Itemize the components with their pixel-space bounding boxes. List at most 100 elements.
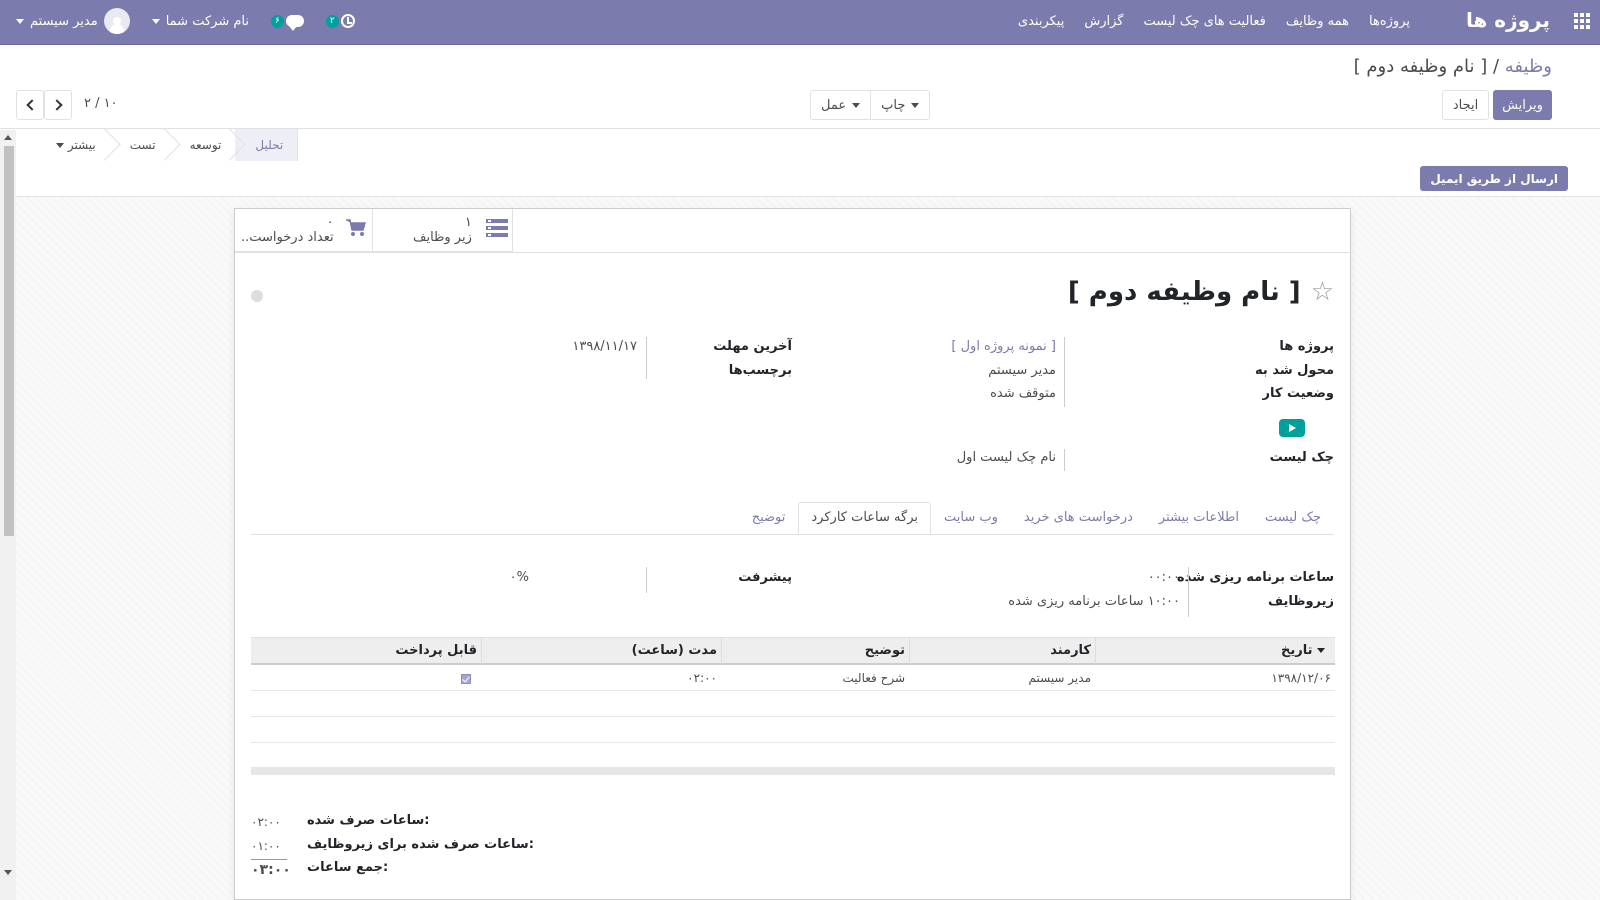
- tab-extra-info[interactable]: اطلاعات بیشتر: [1146, 502, 1252, 534]
- menu-item-projects[interactable]: پروژه‌ها: [1369, 14, 1410, 29]
- project-value[interactable]: [ نمونه پروژه اول ]: [951, 339, 1056, 354]
- cell-duration: ۰۲:۰۰: [687, 671, 717, 685]
- assigned-value[interactable]: مدیر سیستم: [988, 363, 1056, 378]
- edit-button[interactable]: ویرایش: [1493, 90, 1552, 120]
- field-divider: [646, 567, 647, 593]
- hours-spent-value: ۰۲:۰۰: [251, 815, 281, 829]
- star-icon[interactable]: ☆: [1311, 279, 1334, 305]
- company-switcher[interactable]: نام شرکت شما: [151, 14, 249, 29]
- menu-item-checklist-activities[interactable]: فعالیت های چک لیست: [1143, 14, 1265, 29]
- message-count-badge: ۶: [270, 14, 284, 28]
- subtasks-label: زیر وظایف: [413, 230, 472, 245]
- col-description[interactable]: توضیح: [721, 638, 909, 664]
- pager-previous-button[interactable]: [44, 90, 72, 120]
- table-footer: [251, 767, 1335, 775]
- stage-more-dropdown[interactable]: بیشتر: [32, 129, 110, 161]
- video-play-icon[interactable]: [1279, 419, 1305, 437]
- pager-next-button[interactable]: [16, 90, 44, 120]
- tab-purchase-requests[interactable]: درخواست های خرید: [1011, 502, 1146, 534]
- cell-billable: [251, 665, 481, 691]
- apps-grid-icon[interactable]: [1574, 13, 1590, 29]
- subtasks-count: ۱: [464, 215, 472, 230]
- button-box-divider: [235, 252, 1350, 253]
- send-by-email-button[interactable]: ارسال از طریق ایمیل: [1420, 166, 1568, 191]
- menu-item-all-tasks[interactable]: همه وظایف: [1286, 14, 1349, 29]
- list-icon: [485, 219, 508, 241]
- app-brand[interactable]: پروژه ها: [1466, 8, 1550, 32]
- chevron-left-icon: [25, 99, 38, 111]
- col-date-label: تاریخ: [1280, 643, 1313, 658]
- col-duration[interactable]: مدت (ساعت): [481, 638, 721, 664]
- create-button[interactable]: ایجاد: [1442, 90, 1489, 120]
- total-hours-value: ۰۳:۰۰: [251, 862, 291, 878]
- tab-checklist[interactable]: چک لیست: [1252, 502, 1334, 534]
- col-billable[interactable]: قابل پرداخت: [251, 638, 481, 664]
- total-divider: [251, 859, 287, 860]
- cell-date: ۱۳۹۸/۱۲/۰۶: [1271, 671, 1331, 685]
- messaging-menu[interactable]: ۶: [270, 14, 304, 31]
- top-navbar: پروژه ها پروژه‌ها همه وظایف فعالیت های چ…: [0, 0, 1600, 45]
- field-divider: [1064, 449, 1065, 471]
- chevron-down-icon: [151, 18, 160, 24]
- field-divider: [1188, 567, 1189, 617]
- task-title: [ نام وظیفه دوم ]: [1067, 277, 1301, 307]
- scroll-down-arrow-icon[interactable]: [4, 870, 12, 875]
- assigned-label: محول شد به: [1255, 363, 1334, 378]
- pager-value[interactable]: ۲ / ۱۰: [84, 96, 118, 111]
- chevron-down-icon: [852, 102, 861, 108]
- chevron-right-icon: [50, 99, 63, 111]
- menu-item-reporting[interactable]: گزارش: [1084, 14, 1123, 29]
- table-row[interactable]: ۱۳۹۸/۱۲/۰۶ مدیر سیستم شرح فعالیت ۰۲:۰۰: [251, 665, 1335, 691]
- chevron-down-icon: [911, 102, 920, 108]
- field-divider: [646, 337, 647, 379]
- table-header: تاریخ کارمند توضیح مدت (ساعت) قابل پرداخ…: [251, 637, 1335, 665]
- breadcrumb-parent[interactable]: وظیفه: [1505, 56, 1552, 77]
- clock-icon: [340, 14, 355, 28]
- print-label: چاپ: [881, 97, 906, 113]
- chevron-down-icon: [16, 18, 24, 24]
- subtask-hours-value: ۱۰:۰۰ ساعات برنامه ریزی شده: [1008, 594, 1180, 609]
- form-sheet: ۱ زیر وظایف ۰ تعداد درخواست.. ☆ [ نام وظ…: [234, 208, 1351, 900]
- subtasks-smart-button[interactable]: ۱ زیر وظایف: [373, 209, 513, 252]
- menu-item-configuration[interactable]: پیکربندی: [1018, 14, 1064, 29]
- checklist-value[interactable]: نام چک لیست اول: [957, 450, 1056, 465]
- breadcrumb: وظیفه / [ نام وظیفه دوم ]: [1354, 56, 1552, 77]
- hours-spent-label: ساعات صرف شده:: [307, 813, 430, 828]
- breadcrumb-separator: /: [1487, 56, 1505, 77]
- cart-icon: [345, 219, 366, 241]
- requests-label: تعداد درخواست..: [241, 230, 334, 245]
- subtask-hours-label: زیروظایف: [1267, 594, 1334, 609]
- col-employee[interactable]: کارمند: [909, 638, 1095, 664]
- kanban-state-icon[interactable]: [251, 290, 263, 302]
- table-row-empty: [251, 717, 1335, 743]
- status-value[interactable]: متوقف شده: [990, 386, 1056, 401]
- tab-description[interactable]: توضیح: [739, 502, 799, 534]
- breadcrumb-current: [ نام وظیفه دوم ]: [1353, 56, 1488, 77]
- action-print-group: عمل چاپ: [810, 90, 931, 120]
- main-menu: پروژه‌ها همه وظایف فعالیت های چک لیست گز…: [1018, 14, 1410, 29]
- cell-employee: مدیر سیستم: [1028, 671, 1092, 685]
- tab-website[interactable]: وب سایت: [931, 502, 1011, 534]
- chat-icon: [285, 15, 304, 31]
- activity-menu[interactable]: ۲: [325, 14, 355, 28]
- table-row-empty: [251, 743, 1335, 769]
- planned-hours-value[interactable]: ۰۰:۰۰: [1148, 570, 1180, 585]
- checklist-label: چک لیست: [1269, 450, 1334, 465]
- tabs-divider: [251, 534, 1334, 535]
- action-dropdown[interactable]: عمل: [811, 91, 870, 119]
- progress-label: پیشرفت: [738, 570, 792, 585]
- status-label: وضعیت کار: [1262, 386, 1335, 401]
- form-statusbar: بیشتر تست توسعه تحلیل ارسال از طریق ایمی…: [16, 129, 1600, 197]
- deadline-value[interactable]: ۱۳۹۸/۱۱/۱۷: [572, 339, 637, 354]
- avatar: [103, 8, 130, 34]
- billable-checkbox[interactable]: [461, 673, 471, 684]
- col-date[interactable]: تاریخ: [1095, 638, 1335, 664]
- tab-timesheets[interactable]: برگه ساعات کارکرد: [798, 502, 931, 534]
- title-row: ☆ [ نام وظیفه دوم ]: [1068, 277, 1334, 307]
- print-dropdown[interactable]: چاپ: [870, 91, 929, 119]
- scrollbar-thumb[interactable]: [4, 146, 14, 536]
- user-menu[interactable]: مدیر سیستم: [16, 8, 130, 34]
- chevron-down-icon: [56, 143, 64, 148]
- scroll-up-arrow-icon[interactable]: [4, 135, 12, 140]
- purchase-requests-smart-button[interactable]: ۰ تعداد درخواست..: [235, 209, 373, 252]
